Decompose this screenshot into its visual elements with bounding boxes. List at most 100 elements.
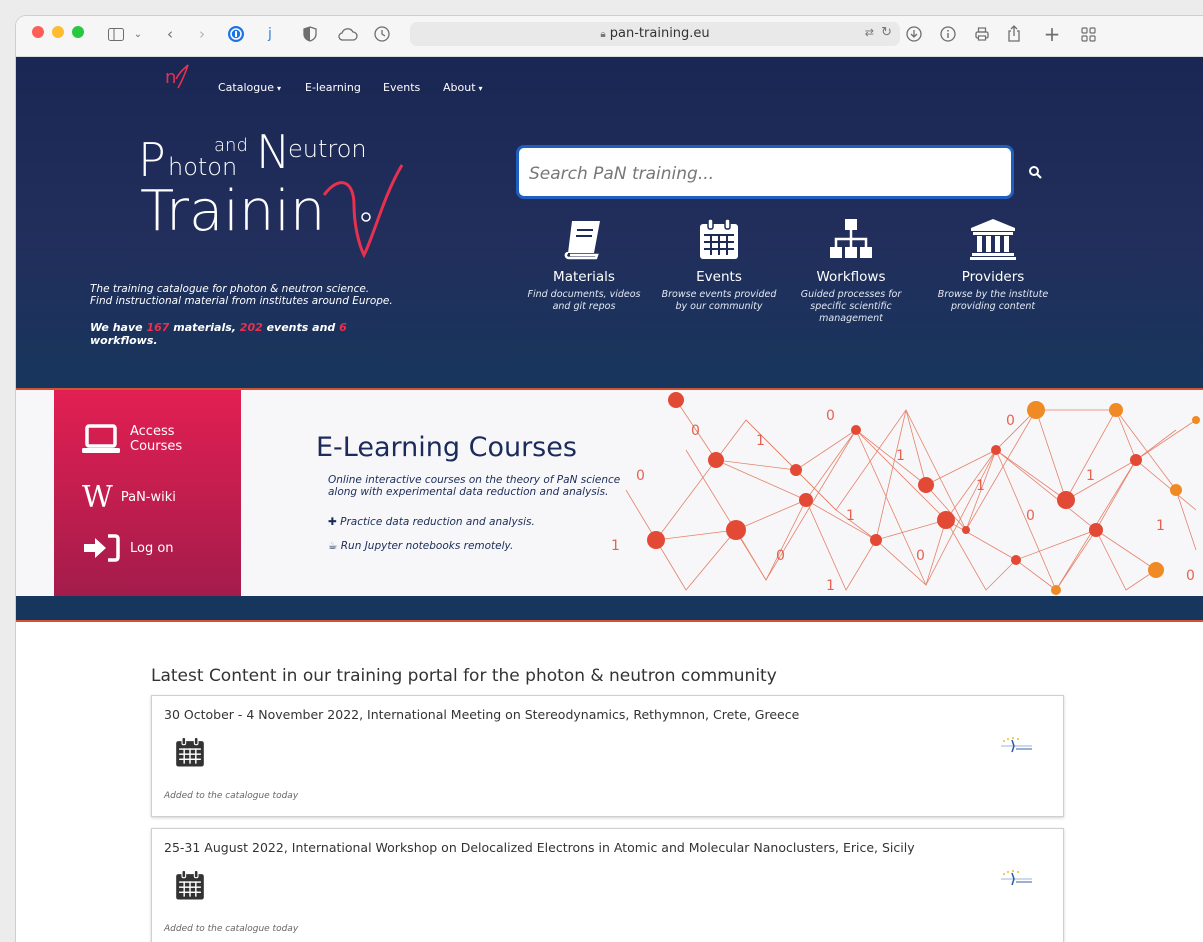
svg-text:1: 1 bbox=[826, 578, 835, 594]
feature-title: Providers bbox=[961, 269, 1025, 285]
content-card[interactable]: 30 October - 4 November 2022, Internatio… bbox=[151, 695, 1064, 817]
hero-section: n Catalogue ▾ E-learning Events About ▾ P … bbox=[16, 57, 1203, 388]
banner-title: E-Learning Courses bbox=[316, 432, 577, 463]
sign-in-icon bbox=[84, 534, 120, 562]
caret-down-icon: ▾ bbox=[478, 84, 483, 93]
feature-materials[interactable]: Materials Find documents, videos and git… bbox=[524, 217, 644, 313]
tab-overview-icon[interactable] bbox=[1078, 24, 1098, 44]
feature-title: Materials bbox=[553, 269, 615, 285]
url-value: pan-training.eu bbox=[609, 26, 710, 41]
card-title[interactable]: 25-31 August 2022, International Worksho… bbox=[164, 840, 915, 855]
provider-logo-icon[interactable] bbox=[998, 736, 1034, 756]
search-input[interactable] bbox=[527, 160, 1001, 188]
svg-text:0: 0 bbox=[636, 468, 645, 484]
banner-bullet: ☕︎ Run Jupyter notebooks remotely. bbox=[328, 540, 514, 552]
sidebar-icon[interactable] bbox=[106, 24, 126, 44]
nav-logo-icon[interactable]: n bbox=[164, 61, 190, 93]
banner-bottom-strip bbox=[16, 596, 1203, 622]
book-icon bbox=[564, 221, 600, 260]
feature-desc: Guided processes for specific scientific… bbox=[800, 289, 902, 324]
materials-count[interactable]: 167 bbox=[146, 321, 169, 334]
svg-text:n: n bbox=[165, 67, 176, 88]
hero-tagline: The training catalogue for photon & neut… bbox=[90, 283, 393, 307]
feature-title: Events bbox=[696, 269, 742, 285]
translate-icon[interactable]: ⇄ bbox=[865, 26, 874, 39]
svg-text:0: 0 bbox=[916, 548, 925, 564]
side-label: PaN-wiki bbox=[120, 490, 176, 505]
access-courses-link[interactable]: Access Courses bbox=[82, 424, 182, 454]
browser-toolbar: ⌄ ‹ › j 🔒︎ pan-training.eu ⇄ ↻ + bbox=[16, 16, 1203, 57]
password-manager-icon[interactable] bbox=[226, 24, 246, 44]
feature-workflows[interactable]: Workflows Guided processes for specific … bbox=[791, 217, 911, 325]
svg-text:1: 1 bbox=[756, 433, 765, 449]
content-card[interactable]: 25-31 August 2022, International Worksho… bbox=[151, 828, 1064, 942]
reload-icon[interactable]: ↻ bbox=[881, 25, 892, 40]
svg-text:0: 0 bbox=[1006, 413, 1015, 429]
latest-content-heading: Latest Content in our training portal fo… bbox=[151, 666, 777, 686]
provider-logo-icon[interactable] bbox=[998, 869, 1034, 889]
institution-icon bbox=[970, 219, 1016, 260]
web-page: n Catalogue ▾ E-learning Events About ▾ P … bbox=[16, 57, 1203, 942]
feature-title: Workflows bbox=[816, 269, 886, 285]
network-illustration: 0 1 0 1 0 1 0 1 0 1 1 1 0 1 0 0 bbox=[611, 392, 1200, 595]
feature-events[interactable]: Events Browse events provided by our com… bbox=[659, 217, 779, 313]
side-label: Courses bbox=[130, 439, 183, 454]
address-bar[interactable]: 🔒︎ pan-training.eu ⇄ ↻ bbox=[410, 22, 900, 46]
close-window-button[interactable] bbox=[32, 26, 44, 38]
share-icon[interactable] bbox=[1004, 24, 1024, 44]
plus-icon[interactable]: + bbox=[1042, 22, 1062, 46]
minimize-window-button[interactable] bbox=[52, 26, 64, 38]
feature-desc: Find documents, videos and git repos bbox=[527, 289, 641, 312]
logo-hoton: hoton bbox=[168, 153, 238, 181]
puzzle-icon: ✚ bbox=[328, 516, 337, 528]
feature-providers[interactable]: Providers Browse by the institute provid… bbox=[933, 217, 1053, 313]
feature-desc: Browse events provided by our community bbox=[661, 289, 777, 312]
svg-text:0: 0 bbox=[691, 423, 700, 439]
info-icon[interactable] bbox=[938, 24, 958, 44]
logo-and: and bbox=[214, 135, 248, 156]
laptop-icon bbox=[82, 424, 120, 453]
zoom-window-button[interactable] bbox=[72, 26, 84, 38]
card-added-note: Added to the catalogue today bbox=[164, 924, 299, 934]
card-added-note: Added to the catalogue today bbox=[164, 791, 299, 801]
download-icon[interactable] bbox=[904, 24, 924, 44]
svg-text:0: 0 bbox=[1186, 568, 1195, 584]
banner-bullet: ✚ Practice data reduction and analysis. bbox=[328, 516, 535, 528]
card-title[interactable]: 30 October - 4 November 2022, Internatio… bbox=[164, 707, 799, 722]
coffee-icon: ☕︎ bbox=[328, 540, 338, 552]
chevron-down-icon[interactable]: ⌄ bbox=[128, 24, 148, 44]
lock-icon: 🔒︎ bbox=[600, 29, 606, 40]
nav-catalogue[interactable]: Catalogue ▾ bbox=[218, 81, 281, 94]
shield-icon[interactable] bbox=[300, 24, 320, 44]
cloud-icon[interactable] bbox=[338, 24, 358, 44]
logo-training: Trainin bbox=[140, 179, 326, 244]
url-text: 🔒︎ pan-training.eu bbox=[410, 26, 900, 41]
svg-text:1: 1 bbox=[611, 538, 620, 554]
caret-down-icon: ▾ bbox=[276, 84, 281, 93]
nav-about[interactable]: About ▾ bbox=[443, 81, 483, 94]
events-count[interactable]: 202 bbox=[240, 321, 263, 334]
print-icon[interactable] bbox=[972, 24, 992, 44]
site-logo[interactable]: P hoton and N eutron Trainin bbox=[138, 125, 408, 265]
sitemap-icon bbox=[830, 219, 872, 258]
side-label: Access bbox=[130, 424, 175, 439]
hero-counts: We have 167 materials, 202 events and 6 … bbox=[90, 321, 347, 347]
pan-wiki-link[interactable]: W PaN-wiki bbox=[82, 480, 176, 515]
calendar-icon bbox=[700, 218, 738, 259]
banner-sidebar: Access Courses W PaN-wiki Log on bbox=[54, 390, 241, 596]
clock-icon[interactable] bbox=[372, 24, 392, 44]
e-learning-banner: Access Courses W PaN-wiki Log on E-Learni… bbox=[16, 388, 1203, 622]
forward-icon[interactable]: › bbox=[192, 24, 212, 44]
feature-desc: Browse by the institute providing conten… bbox=[937, 289, 1049, 312]
workflows-count[interactable]: 6 bbox=[339, 321, 347, 334]
nav-events[interactable]: Events bbox=[383, 81, 420, 94]
back-icon[interactable]: ‹ bbox=[160, 24, 180, 44]
svg-text:0: 0 bbox=[826, 408, 835, 424]
j-extension-icon[interactable]: j bbox=[260, 24, 280, 44]
search-icon[interactable] bbox=[1028, 164, 1044, 180]
log-on-link[interactable]: Log on bbox=[82, 533, 174, 563]
svg-text:1: 1 bbox=[846, 508, 855, 524]
calendar-icon bbox=[176, 869, 204, 900]
svg-text:1: 1 bbox=[1086, 468, 1095, 484]
nav-e-learning[interactable]: E-learning bbox=[305, 81, 361, 94]
